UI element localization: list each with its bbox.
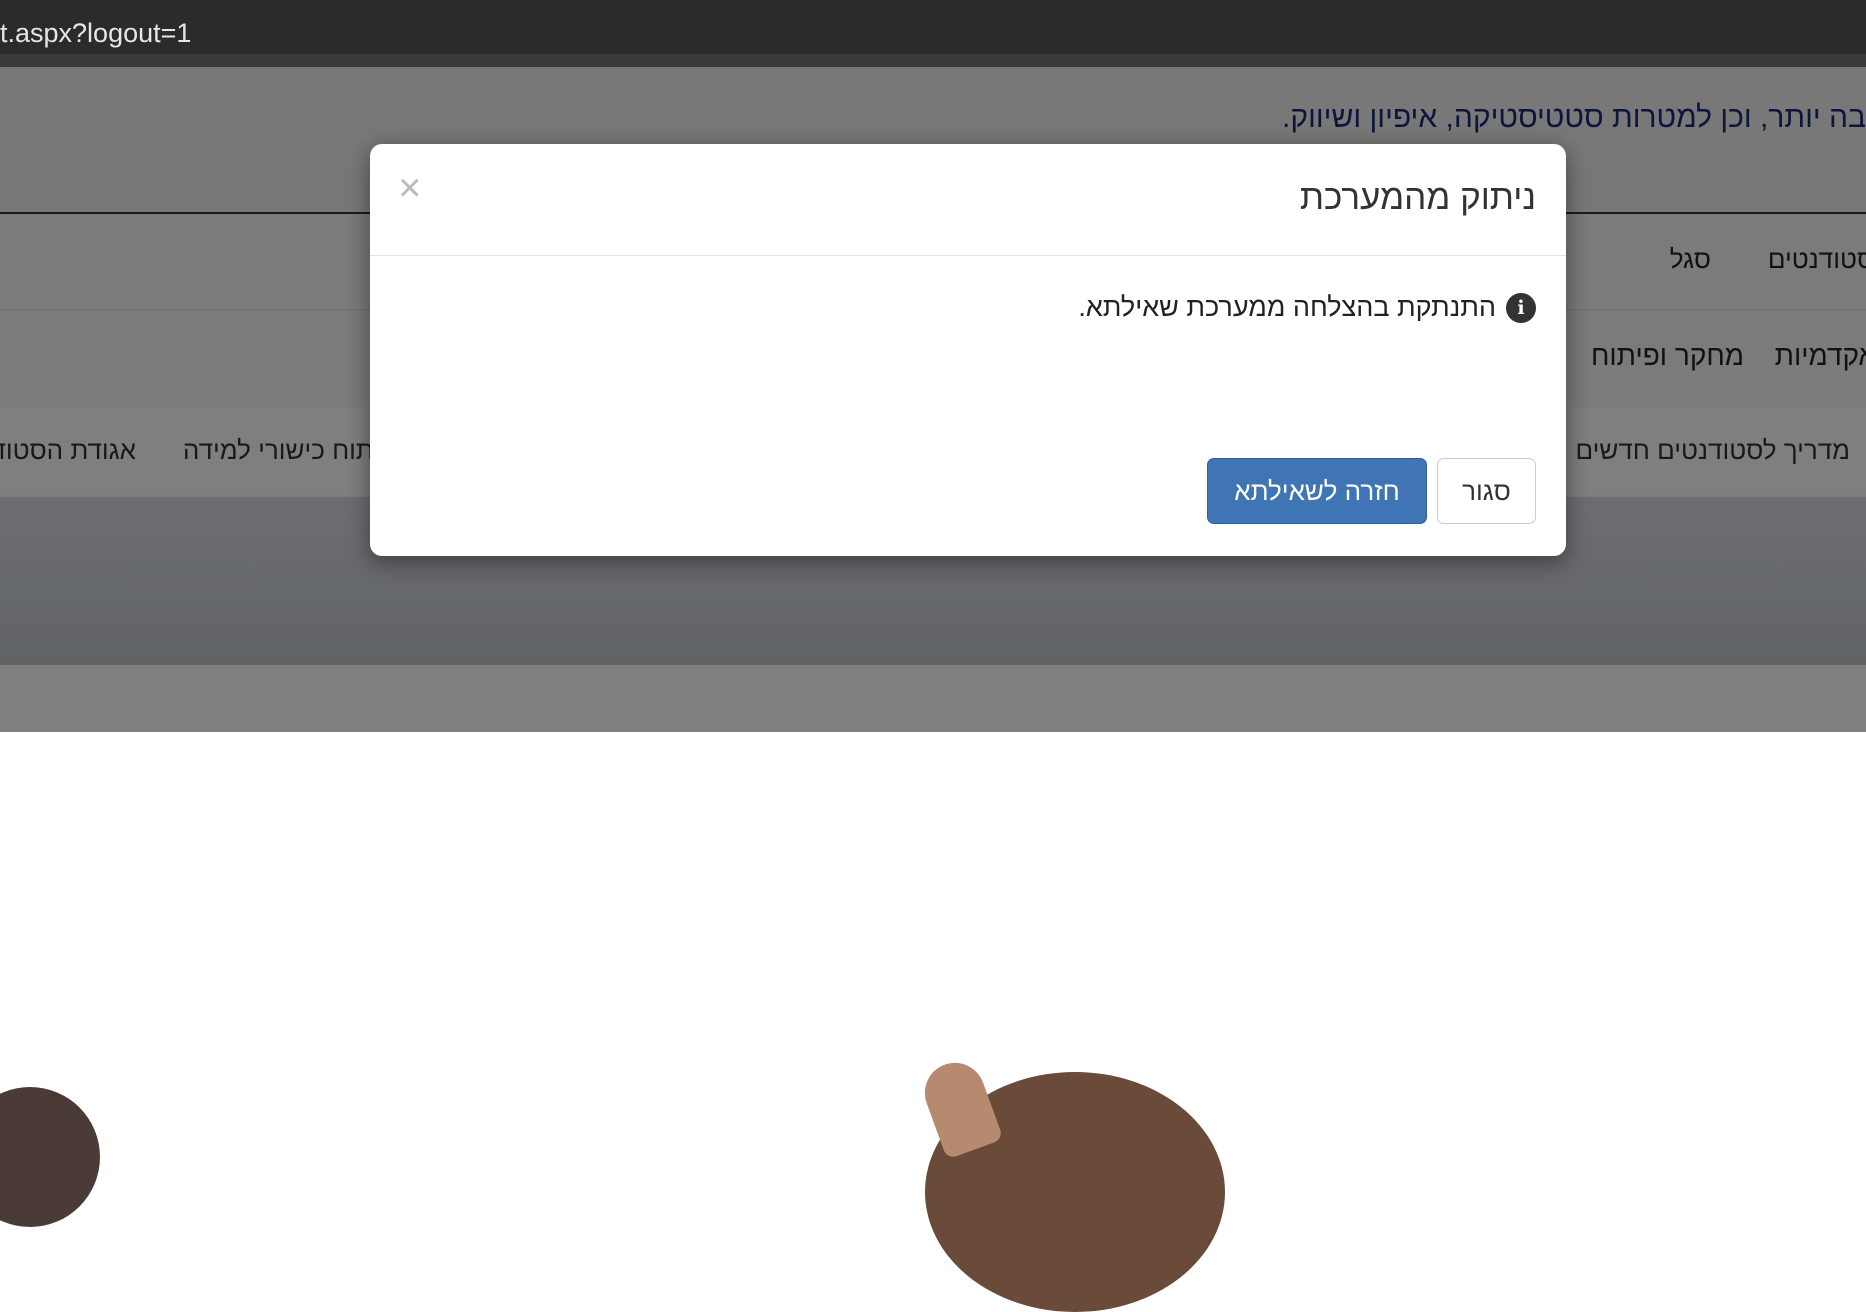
hero-raised-hand: [916, 1054, 1004, 1160]
return-to-sheilta-button[interactable]: חזרה לשאילתא: [1207, 458, 1427, 524]
logout-dialog: ניתוק מהמערכת × i התנתקת בהצלחה ממערכת ש…: [370, 144, 1566, 556]
close-button[interactable]: סגור: [1437, 458, 1536, 524]
hero-person-left: [0, 1087, 100, 1227]
info-icon: i: [1506, 292, 1536, 323]
url-text[interactable]: t.aspx?logout=1: [0, 18, 191, 49]
dialog-message: i התנתקת בהצלחה ממערכת שאילתא.: [1078, 292, 1536, 323]
dialog-message-text: התנתקת בהצלחה ממערכת שאילתא.: [1078, 292, 1496, 322]
dialog-title: ניתוק מהמערכת: [1299, 178, 1536, 217]
browser-address-bar[interactable]: t.aspx?logout=1: [0, 0, 1866, 67]
close-icon[interactable]: ×: [398, 168, 421, 208]
dialog-header: ניתוק מהמערכת ×: [370, 144, 1566, 256]
toolbar-divider: [0, 54, 1866, 67]
